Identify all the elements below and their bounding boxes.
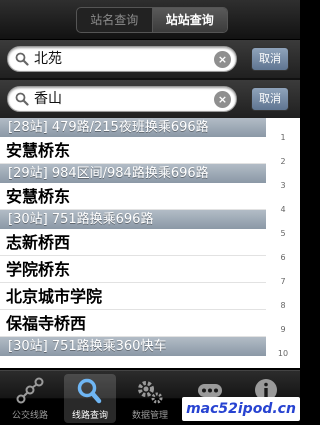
magnifier-icon: [15, 92, 29, 106]
list-item[interactable]: 志新桥西: [0, 229, 266, 256]
index-entry[interactable]: 7: [266, 277, 300, 286]
section-index[interactable]: 1 2 3 4 5 6 7 8 9 10: [266, 118, 300, 368]
search-icon: [77, 378, 102, 404]
index-entry[interactable]: 1: [266, 133, 300, 142]
tab-bus-routes[interactable]: 公交线路: [4, 374, 56, 423]
route-section-header[interactable]: [30站] 751路换乘360快车: [0, 337, 266, 356]
clear-icon[interactable]: ×: [214, 51, 231, 68]
watermark: mac52ipod.cn: [182, 397, 300, 421]
tab-label: 公交线路: [11, 411, 48, 421]
to-station-value: 香山: [34, 91, 62, 107]
index-entry[interactable]: 3: [266, 181, 300, 190]
index-entry[interactable]: 4: [266, 205, 300, 214]
from-search-bar: 北苑 × 取消: [0, 40, 300, 78]
top-bar: 站名查询 站站查询: [0, 0, 300, 40]
tab-label: 线路查询: [71, 411, 108, 421]
index-entry[interactable]: 5: [266, 229, 300, 238]
list-item[interactable]: 北京城市学院: [0, 283, 266, 310]
segment-station-to-station-search[interactable]: 站站查询: [151, 8, 227, 32]
index-entry[interactable]: 8: [266, 301, 300, 310]
segment-station-name-search[interactable]: 站名查询: [77, 8, 152, 32]
index-entry[interactable]: 6: [266, 253, 300, 262]
index-entry[interactable]: 2: [266, 157, 300, 166]
list-item[interactable]: 安慧桥东: [0, 183, 266, 210]
results-list: [28站] 479路/215夜班换乘696路 安慧桥东 [29站] 984区间/…: [0, 118, 300, 368]
to-station-field[interactable]: 香山 ×: [7, 86, 237, 112]
list-item[interactable]: 学院桥东: [0, 256, 266, 283]
to-search-bar: 香山 × 取消: [0, 80, 300, 118]
list-item[interactable]: 保福寺桥西: [0, 310, 266, 337]
tab-label: 数据管理: [131, 411, 168, 421]
index-entry[interactable]: 10: [266, 349, 300, 358]
cancel-button[interactable]: 取消: [251, 47, 289, 71]
clear-icon[interactable]: ×: [214, 91, 231, 108]
list-item[interactable]: 安慧桥东: [0, 137, 266, 164]
tab-route-search[interactable]: 线路查询: [64, 374, 116, 423]
route-section-header[interactable]: [29站] 984区间/984路换乘696路: [0, 164, 266, 183]
bus-route-icon: [16, 377, 44, 404]
route-section-header[interactable]: [28站] 479路/215夜班换乘696路: [0, 118, 266, 137]
gear-icon: [138, 381, 163, 404]
magnifier-icon: [15, 52, 29, 66]
tab-data-management[interactable]: 数据管理: [124, 374, 176, 423]
from-station-field[interactable]: 北苑 ×: [7, 46, 237, 72]
route-section-header[interactable]: [30站] 751路换乘696路: [0, 210, 266, 229]
search-mode-segmented-control: 站名查询 站站查询: [76, 7, 228, 33]
cancel-button[interactable]: 取消: [251, 87, 289, 111]
from-station-value: 北苑: [34, 51, 62, 67]
index-entry[interactable]: 9: [266, 325, 300, 334]
